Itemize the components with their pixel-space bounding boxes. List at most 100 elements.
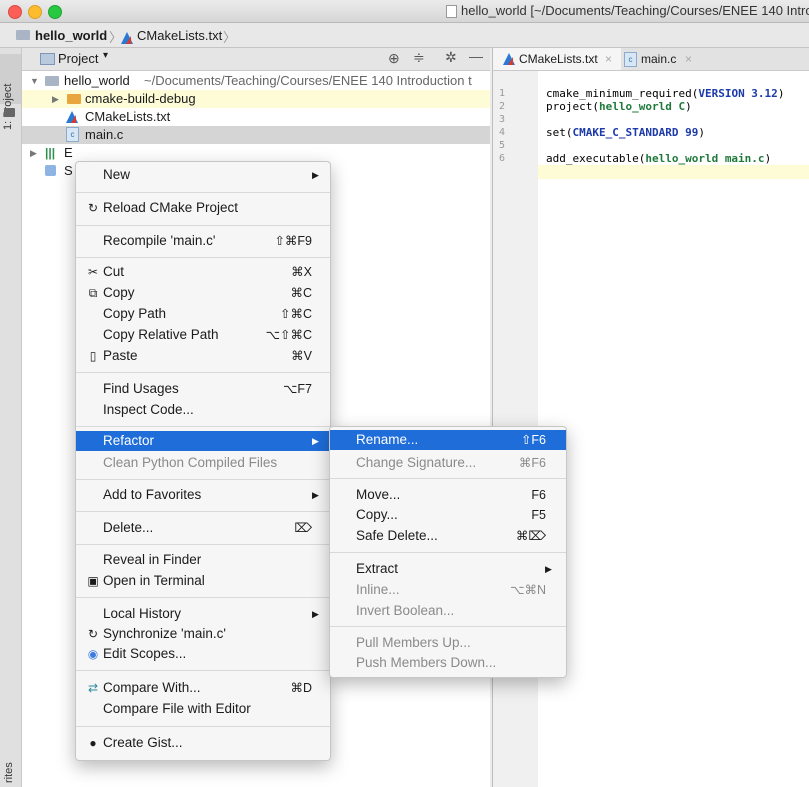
menu-item-inspect-code[interactable]: Inspect Code... [76, 400, 330, 420]
expand-arrow-icon[interactable]: ▶ [30, 144, 37, 162]
shortcut-label: ⌘X [291, 265, 312, 279]
chevron-down-icon[interactable]: ▾ [103, 50, 108, 61]
menu-item-recompile[interactable]: Recompile 'main.c' ⇧⌘F9 [76, 231, 330, 251]
menu-item-rename[interactable]: Rename... ⇧F6 [330, 430, 566, 450]
menu-separator [76, 426, 330, 427]
menu-item-label: Cut [103, 264, 125, 279]
menu-item-safe-delete[interactable]: Safe Delete... ⌘⌦ [330, 526, 566, 546]
context-menu: New ▶ ↻ Reload CMake Project Recompile '… [75, 161, 331, 761]
code-editor[interactable]: cmake_minimum_required(VERSION 3.12) pro… [538, 71, 809, 787]
shortcut-label: ⇧⌘F9 [274, 234, 312, 248]
menu-item-label: Reveal in Finder [103, 552, 202, 567]
menu-separator [76, 544, 330, 545]
tab-main-c[interactable]: c main.c × [621, 48, 711, 70]
folder-icon [45, 76, 59, 86]
tree-item-cmakelists[interactable]: CMakeLists.txt [22, 108, 490, 126]
menu-item-label: Copy Relative Path [103, 327, 219, 342]
menu-item-delete[interactable]: Delete... ⌦ [76, 518, 330, 538]
menu-item-extract[interactable]: Extract ▶ [330, 559, 566, 579]
menu-item-label: Open in Terminal [103, 573, 205, 588]
menu-item-synchronize[interactable]: ↻ Synchronize 'main.c' [76, 624, 330, 644]
menu-item-reload-cmake[interactable]: ↻ Reload CMake Project [76, 198, 330, 218]
menu-item-label: Add to Favorites [103, 487, 202, 502]
menu-item-compare-file-with-editor[interactable]: Compare File with Editor [76, 699, 330, 719]
menu-item-create-gist[interactable]: ● Create Gist... [76, 733, 330, 753]
collapse-all-icon[interactable]: ≑ [413, 49, 425, 66]
menu-item-copy[interactable]: ⧉ Copy ⌘C [76, 283, 330, 303]
menu-item-cut[interactable]: ✂ Cut ⌘X [76, 262, 330, 282]
tree-item-main-c[interactable]: c main.c [22, 126, 490, 144]
hide-panel-icon[interactable]: — [469, 48, 483, 64]
folder-icon [16, 30, 30, 40]
shortcut-label: ⌘V [291, 349, 312, 363]
minimize-window-button[interactable] [28, 5, 42, 19]
expand-arrow-icon[interactable]: ▶ [52, 90, 59, 108]
gear-icon[interactable]: ✲ [445, 49, 457, 66]
scratches-icon [45, 165, 56, 176]
menu-item-label: Delete... [103, 520, 154, 535]
window-title: hello_world [~/Documents/Teaching/Course… [461, 3, 809, 18]
menu-item-label: Paste [103, 348, 138, 363]
tree-item-cmake-build-debug[interactable]: ▶ cmake-build-debug [22, 90, 490, 108]
menu-item-find-usages[interactable]: Find Usages ⌥F7 [76, 379, 330, 399]
tree-item-hello-world[interactable]: ▼ hello_world ~/Documents/Teaching/Cours… [22, 72, 490, 90]
project-tool-label[interactable]: 1: Project [2, 75, 14, 130]
caret-row-highlight [538, 165, 809, 179]
code-line: add_executable(hello_world main.c) [546, 152, 772, 165]
menu-item-change-signature[interactable]: Change Signature... ⌘F6 [330, 453, 566, 473]
menu-item-inline[interactable]: Inline... ⌥⌘N [330, 580, 566, 600]
close-icon[interactable]: × [605, 48, 612, 70]
compare-arrows-icon: ⇄ [87, 681, 99, 695]
menu-item-label: Change Signature... [356, 455, 477, 470]
menu-item-pull-members-up[interactable]: Pull Members Up... [330, 633, 566, 653]
zoom-window-button[interactable] [48, 5, 62, 19]
menu-item-label: Safe Delete... [356, 528, 438, 543]
menu-item-open-in-terminal[interactable]: ▣ Open in Terminal [76, 571, 330, 591]
breadcrumb-file[interactable]: CMakeLists.txt [137, 28, 222, 43]
menu-item-label: Create Gist... [103, 735, 183, 750]
menu-item-compare-with[interactable]: ⇄ Compare With... ⌘D [76, 678, 330, 698]
locate-icon[interactable]: ⊕ [388, 50, 400, 67]
c-file-icon: c [66, 127, 79, 142]
tree-item-external-libraries[interactable]: ▶ ||| E [22, 144, 490, 162]
menu-item-refactor[interactable]: Refactor ▶ [76, 431, 330, 451]
menu-item-paste[interactable]: ▯ Paste ⌘V [76, 346, 330, 366]
submenu-arrow-icon: ▶ [312, 170, 319, 180]
code-line: project(hello_world C) [546, 100, 692, 113]
close-icon[interactable]: × [685, 48, 692, 70]
menu-separator [76, 225, 330, 226]
tab-cmakelists[interactable]: CMakeLists.txt × [493, 48, 621, 70]
menu-separator [76, 257, 330, 258]
expand-arrow-icon[interactable]: ▼ [30, 72, 39, 90]
tree-item-label: E [64, 145, 73, 160]
menu-item-local-history[interactable]: Local History ▶ [76, 604, 330, 624]
menu-item-move[interactable]: Move... F6 [330, 485, 566, 505]
submenu-arrow-icon: ▶ [312, 436, 319, 446]
menu-item-label: Find Usages [103, 381, 179, 396]
menu-item-copy-refactor[interactable]: Copy... F5 [330, 505, 566, 525]
menu-item-edit-scopes[interactable]: ◉ Edit Scopes... [76, 644, 330, 664]
menu-item-clean-python[interactable]: Clean Python Compiled Files [76, 453, 330, 473]
menu-item-push-members-down[interactable]: Push Members Down... [330, 653, 566, 673]
menu-item-label: Local History [103, 606, 182, 621]
menu-item-label: Rename... [356, 432, 419, 447]
close-window-button[interactable] [8, 5, 22, 19]
project-view-selector[interactable]: Project [58, 51, 98, 66]
menu-item-invert-boolean[interactable]: Invert Boolean... [330, 601, 566, 621]
menu-item-add-to-favorites[interactable]: Add to Favorites ▶ [76, 485, 330, 505]
menu-item-label: Inspect Code... [103, 402, 194, 417]
github-icon: ● [89, 736, 97, 750]
project-panel-header: Project ▾ ⊕ ≑ ✲ — [22, 48, 490, 71]
cmake-icon [66, 111, 78, 123]
menu-item-reveal-in-finder[interactable]: Reveal in Finder [76, 550, 330, 570]
menu-item-new[interactable]: New ▶ [76, 165, 330, 185]
shortcut-label: ⌥⌘N [510, 583, 546, 597]
favorites-tool-label[interactable]: rites [3, 762, 15, 783]
tab-label: main.c [641, 52, 677, 66]
shortcut-label: ⌦ [294, 521, 312, 535]
menu-item-copy-relative-path[interactable]: Copy Relative Path ⌥⇧⌘C [76, 325, 330, 345]
menu-item-copy-path[interactable]: Copy Path ⇧⌘C [76, 304, 330, 324]
breadcrumb-project[interactable]: hello_world [35, 28, 107, 43]
menu-separator [330, 552, 566, 553]
shortcut-label: ⌘D [290, 681, 312, 695]
